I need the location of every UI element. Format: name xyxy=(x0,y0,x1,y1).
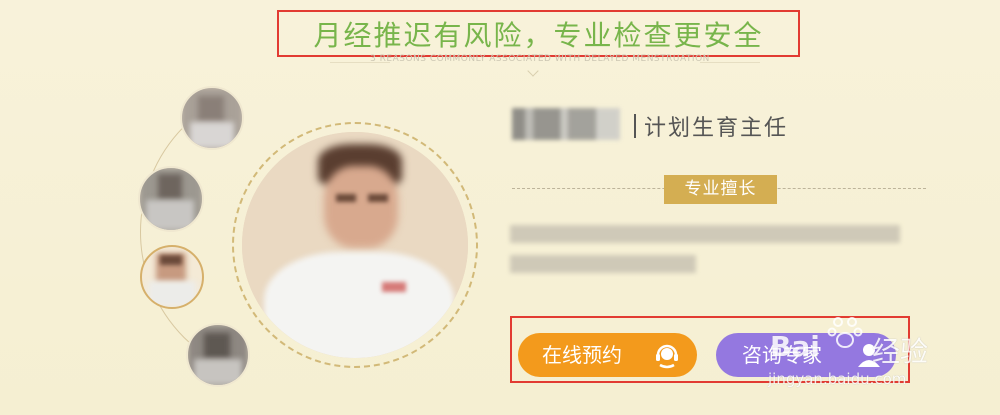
doctor-thumbnail-1[interactable] xyxy=(180,86,244,150)
watermark-brand-suffix: 经验 xyxy=(872,335,929,368)
specialty-text-blurred-1 xyxy=(510,225,900,243)
doctor-name-blurred xyxy=(512,108,620,140)
page: 月经推迟有风险，专业检查更安全 3 REASONS COMMONLY ASSOC… xyxy=(0,0,1000,415)
doctor-photo xyxy=(242,132,468,358)
watermark: Bai 经验 jingyan.baidu.com xyxy=(762,312,1000,410)
book-online-label: 在线预约 xyxy=(542,343,622,367)
doctor-photo-frame xyxy=(232,122,478,368)
subtitle-divider-right xyxy=(700,62,760,63)
watermark-url: jingyan.baidu.com xyxy=(768,370,907,388)
headset-icon xyxy=(656,344,678,369)
doctor-thumbnail-2[interactable] xyxy=(138,166,204,232)
doctor-thumbnail-4[interactable] xyxy=(186,323,250,387)
title-highlight-box: 月经推迟有风险，专业检查更安全 xyxy=(277,10,800,57)
book-online-button[interactable]: 在线预约 xyxy=(518,333,697,377)
chevron-down-icon xyxy=(527,65,539,77)
page-title: 月经推迟有风险，专业检查更安全 xyxy=(313,18,764,52)
watermark-brand: Bai xyxy=(770,330,820,363)
doctor-thumbnail-3[interactable] xyxy=(140,245,204,309)
doctor-title: 计划生育主任 xyxy=(644,116,789,141)
paw-icon xyxy=(827,317,863,348)
specialty-badge: 专业擅长 xyxy=(664,175,777,204)
name-divider xyxy=(634,114,636,138)
specialty-text-blurred-2 xyxy=(510,255,696,273)
